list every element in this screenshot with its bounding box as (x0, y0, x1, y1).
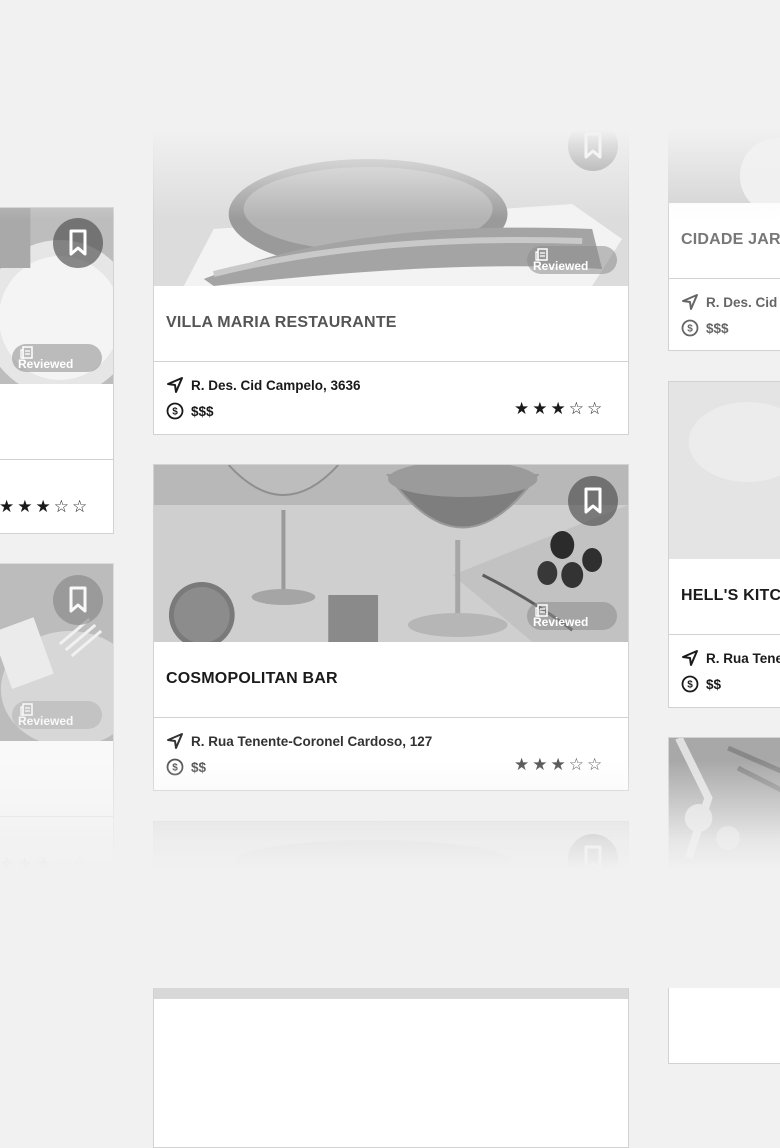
restaurant-card-hells-kitchen[interactable]: HELL'S KITC R. Rua Tene $ $$ (668, 381, 780, 708)
card-name-row: CIDADE JAR (669, 203, 780, 279)
reviewed-badge: Reviewed (527, 246, 617, 274)
svg-text:$: $ (687, 680, 693, 691)
card-name-row (0, 741, 113, 817)
restaurant-price: $ $$ (166, 758, 206, 776)
navigation-arrow-icon (167, 733, 183, 749)
restaurant-address: R. Des. Cid (681, 293, 777, 311)
star-rating: ★★★☆☆ (514, 399, 606, 418)
restaurant-card-left-1[interactable]: Reviewed ★★★☆☆ (0, 207, 114, 534)
reviewed-badge: Reviewed (527, 602, 617, 630)
card-info-row: R. Des. Cid $ $$$ (669, 279, 780, 350)
dollar-coin-icon: $ (166, 402, 184, 420)
card-info-row: R. Des. Cid Campelo, 3636 $ $$$ ★★★☆☆ (154, 362, 628, 434)
restaurant-card-right-3[interactable] (668, 737, 780, 1064)
restaurant-card-left-2[interactable]: Reviewed ★★★☆☆ (0, 563, 114, 890)
reviewed-badge: Reviewed (12, 701, 102, 729)
card-info-row: R. Rua Tene $ $$ (669, 635, 780, 707)
dollar-coin-icon: $ (166, 758, 184, 776)
restaurant-price: $ $$$ (681, 319, 729, 337)
card-name-row: COSMOPOLITAN BAR (154, 642, 628, 718)
svg-text:$: $ (172, 763, 178, 774)
bookmark-button[interactable] (568, 121, 618, 171)
card-name-row: HELL'S KITC (669, 559, 780, 635)
restaurant-name[interactable]: CIDADE JAR (681, 231, 780, 249)
card-photo: Reviewed (154, 109, 628, 286)
card-photo (669, 26, 780, 203)
restaurant-price: $ $$ (681, 675, 721, 693)
restaurant-card-center-3[interactable] (153, 821, 629, 1148)
restaurant-address: R. Des. Cid Campelo, 3636 (166, 376, 361, 394)
dollar-coin-icon: $ (681, 319, 699, 337)
dollar-coin-icon: $ (681, 675, 699, 693)
card-photo (154, 822, 628, 999)
card-photo: Reviewed (0, 564, 113, 741)
restaurant-name[interactable]: VILLA MARIA RESTAURANTE (166, 314, 397, 332)
card-photo (669, 738, 780, 915)
card-photo (669, 382, 780, 559)
bookmark-icon (584, 132, 602, 159)
bookmark-icon (69, 229, 87, 256)
bookmark-button[interactable] (568, 834, 618, 884)
restaurant-card-villa-maria[interactable]: Reviewed VILLA MARIA RESTAURANTE R. Des.… (153, 108, 629, 435)
navigation-arrow-icon (167, 377, 183, 393)
bookmark-button[interactable] (568, 476, 618, 526)
card-photo: Reviewed (154, 465, 628, 642)
restaurant-card-cidade[interactable]: CIDADE JAR R. Des. Cid $ $$$ (668, 25, 780, 351)
navigation-arrow-icon (682, 650, 698, 666)
reviewed-badge: Reviewed (12, 344, 102, 372)
bookmark-button[interactable] (53, 575, 103, 625)
star-rating: ★★★☆☆ (0, 497, 91, 516)
restaurant-card-cosmopolitan[interactable]: Reviewed COSMOPOLITAN BAR R. Rua Tenente… (153, 464, 629, 791)
card-photo: Reviewed (0, 208, 113, 384)
svg-text:$: $ (687, 324, 693, 335)
bookmark-icon (584, 487, 602, 514)
restaurant-address: R. Rua Tenente-Coronel Cardoso, 127 (166, 732, 432, 750)
restaurant-name[interactable]: COSMOPOLITAN BAR (166, 670, 338, 688)
card-info-row: ★★★☆☆ (0, 460, 113, 533)
svg-text:$: $ (172, 407, 178, 418)
bookmark-button[interactable] (53, 218, 103, 268)
card-name-row (0, 384, 113, 460)
restaurant-price: $ $$$ (166, 402, 214, 420)
card-name-row: VILLA MARIA RESTAURANTE (154, 286, 628, 362)
star-rating: ★★★☆☆ (514, 755, 606, 774)
bookmark-icon (584, 845, 602, 872)
card-info-row: ★★★☆☆ (0, 817, 113, 889)
navigation-arrow-icon (682, 294, 698, 310)
star-rating: ★★★☆☆ (0, 854, 91, 873)
restaurant-address: R. Rua Tene (681, 649, 780, 667)
card-info-row: R. Rua Tenente-Coronel Cardoso, 127 $ $$… (154, 718, 628, 790)
bookmark-icon (69, 586, 87, 613)
restaurant-name[interactable]: HELL'S KITC (681, 587, 780, 605)
